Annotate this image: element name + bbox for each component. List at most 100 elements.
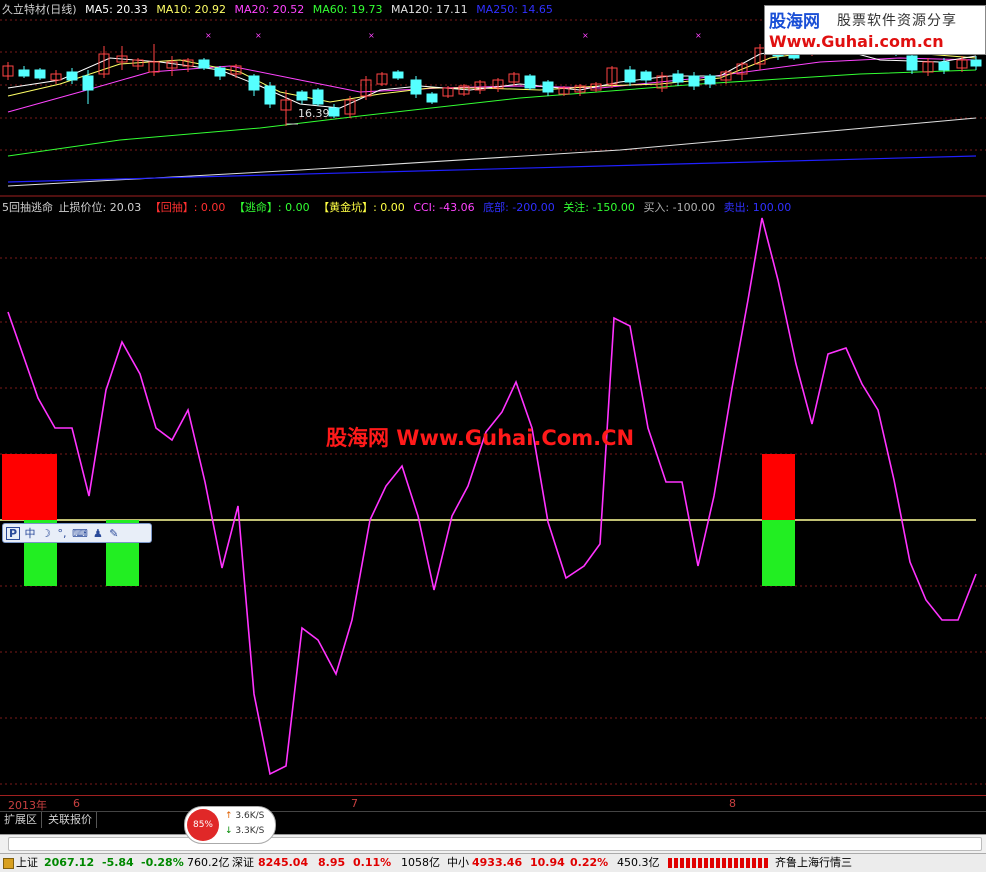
candle-body (624, 69, 636, 83)
sz-change-pct: 0.11% (353, 856, 392, 869)
huangjin-value: : 0.00 (373, 201, 405, 214)
speed-percent-badge[interactable]: 85% (187, 809, 219, 841)
zx-amount: 450.3亿 (617, 856, 660, 869)
candle-body (542, 81, 554, 93)
zx-change: 10.94 (530, 856, 565, 869)
ma120-value: MA120: 17.11 (390, 3, 468, 16)
guanzhu-value: 关注: -150.00 (563, 201, 635, 214)
index-status-bar: 上证 2067.12 -5.84 -0.28% 760.2亿 深证 8245.0… (0, 853, 986, 872)
download-speed: ↓ 3.3K/S (225, 826, 264, 836)
ime-halfwidth-icon[interactable]: ☽ (40, 527, 52, 540)
candle-body (688, 75, 700, 87)
ime-user-icon[interactable]: ♟ (92, 527, 104, 540)
sh-label: 上证 (16, 856, 38, 869)
candle-body (312, 89, 324, 105)
ma5-value: MA5: 20.33 (85, 3, 148, 16)
sz-index-value: 8245.04 (258, 856, 309, 869)
bottom-tab-bar: 扩展区 关联报价 (0, 811, 986, 828)
sh-change: -5.84 (102, 856, 134, 869)
sz-change: 8.95 (318, 856, 346, 869)
ma10-line (7, 47, 977, 103)
axis-month-6: 6 (73, 797, 80, 810)
maichu-value: 卖出: 100.00 (723, 201, 792, 214)
market-breadth-bars (668, 858, 768, 868)
price-marker: × (205, 31, 212, 40)
price-marker: × (255, 31, 262, 40)
taoming-signal-bar (762, 520, 795, 586)
candle-body (672, 73, 684, 83)
candle-body (524, 75, 536, 89)
indicator-header: 5回抽逃命 止损价位: 20.03 【回抽】: 0.00 【逃命】: 0.00 … (2, 201, 796, 215)
mairu-value: 买入: -100.00 (643, 201, 716, 214)
price-marker: × (368, 31, 375, 40)
watermark-brand: 股海网 (769, 12, 820, 32)
date-axis: 2013年 6 7 8 (0, 795, 986, 812)
axis-month-8: 8 (729, 797, 736, 810)
price-marker: × (582, 31, 589, 40)
up-arrow-icon: ↑ (225, 811, 233, 821)
cci-value: CCI: -43.06 (413, 201, 475, 214)
chart-canvas[interactable]: × × × × × (0, 0, 986, 795)
download-speed-value: 3.3K/S (235, 826, 265, 836)
candle-body (34, 69, 46, 79)
ime-punctuation-icon[interactable]: °, (56, 527, 68, 540)
candle-body (248, 75, 260, 91)
tab-related-quotes[interactable]: 关联报价 (44, 812, 97, 828)
candle-body (704, 75, 716, 85)
zx-label: 中小 (447, 856, 469, 869)
candle-body (264, 85, 276, 105)
status-app-icon[interactable] (3, 858, 14, 869)
zx-change-pct: 0.22% (570, 856, 609, 869)
price-marker: × (695, 31, 702, 40)
down-arrow-icon: ↓ (225, 826, 233, 836)
horizontal-scrollbar[interactable] (0, 834, 986, 853)
ma250-line (7, 155, 977, 183)
candle-body (410, 79, 422, 95)
candle-body (970, 59, 982, 67)
data-feed-label: 齐鲁上海行情三 (775, 856, 852, 869)
tab-extension-area[interactable]: 扩展区 (0, 812, 42, 828)
ime-toolbar[interactable]: P 中 ☽ °, ⌨ ♟ ✎ (2, 523, 152, 543)
ma120-line (7, 117, 977, 187)
upload-speed: ↑ 3.6K/S (225, 811, 264, 821)
dibu-value: 底部: -200.00 (483, 201, 555, 214)
cci-indicator-line (7, 217, 977, 776)
ma60-line (7, 69, 977, 157)
watermark-url: Www.Guhai.com.cn (769, 32, 944, 51)
ime-settings-icon[interactable]: ✎ (108, 527, 120, 540)
ma250-value: MA250: 14.65 (476, 3, 553, 16)
candle-body (392, 71, 404, 79)
candle-body (328, 107, 340, 117)
huichou-signal-bar (2, 454, 57, 520)
axis-month-7: 7 (351, 797, 358, 810)
stop-price: 止损价位: 20.03 (58, 201, 142, 214)
candle-body (214, 67, 226, 77)
candle-body (198, 59, 210, 69)
taoming-value: : 0.00 (277, 201, 310, 214)
ime-keyboard-icon[interactable]: ⌨ (72, 527, 88, 540)
sh-change-pct: -0.28% (141, 856, 184, 869)
center-watermark: 股海网 Www.Guhai.Com.CN (326, 426, 635, 450)
ma10-value: MA10: 20.92 (156, 3, 227, 16)
ime-chinese-mode-button[interactable]: 中 (24, 525, 36, 541)
candle-body (640, 71, 652, 81)
guhai-logo-watermark: 股海网 股票软件资源分享 Www.Guhai.com.cn (764, 5, 986, 55)
scrollbar-track[interactable] (8, 837, 982, 851)
sh-index-value: 2067.12 (44, 856, 95, 869)
ime-logo-icon[interactable]: P (6, 526, 20, 540)
network-speed-widget[interactable]: 85% ↑ 3.6K/S ↓ 3.3K/S (184, 806, 276, 844)
candle-body (66, 71, 78, 81)
watermark-slogan: 股票软件资源分享 (837, 13, 957, 29)
candle-body (18, 69, 30, 77)
huichou-signal-bar (762, 454, 795, 520)
sz-amount: 1058亿 (401, 856, 440, 869)
indicator-name: 5回抽逃命 (2, 201, 53, 214)
upload-speed-value: 3.6K/S (235, 811, 265, 821)
candle-body (906, 55, 918, 71)
huangjin-label: 【黄金坑】 (318, 201, 374, 214)
sz-label: 深证 (232, 856, 254, 869)
huichou-label: 【回抽】 (149, 201, 194, 214)
taoming-label: 【逃命】 (233, 201, 278, 214)
candle-body (82, 75, 94, 91)
candle-body (296, 91, 308, 101)
